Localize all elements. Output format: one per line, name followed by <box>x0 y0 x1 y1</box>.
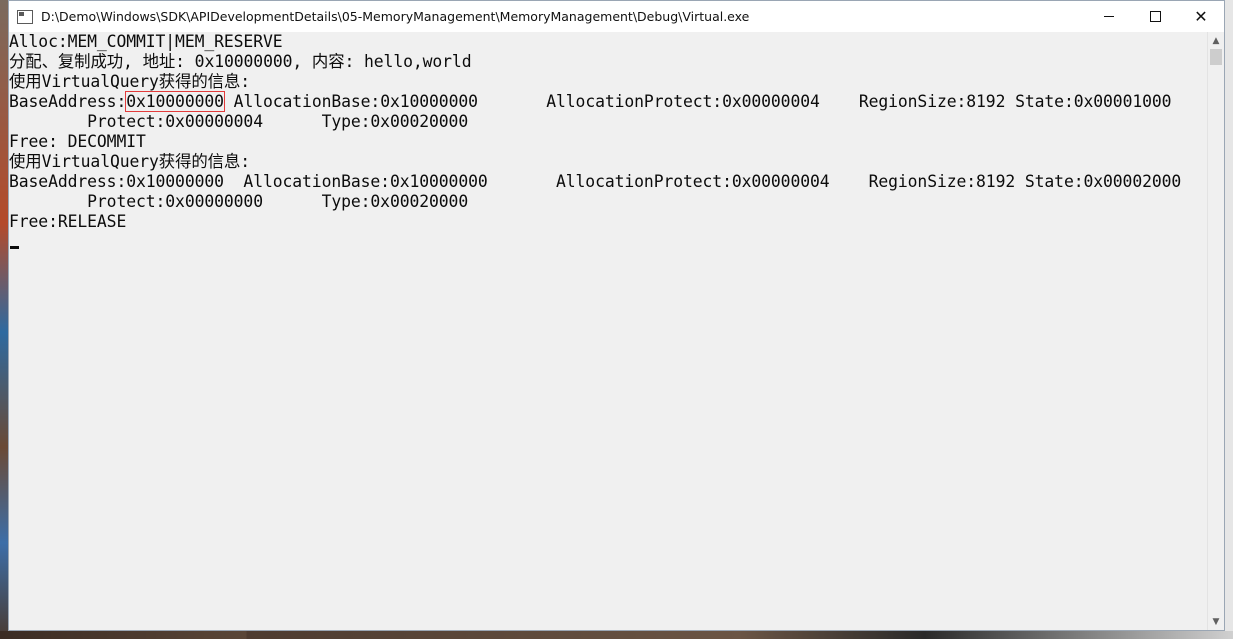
console-output[interactable]: Alloc:MEM_COMMIT|MEM_RESERVE 分配、复制成功, 地址… <box>9 32 1208 630</box>
text-cursor <box>10 246 19 249</box>
console-line: 分配、复制成功, 地址: 0x10000000, 内容: hello,world <box>9 52 472 71</box>
console-line: Protect:0x00000000 Type:0x00020000 <box>9 192 469 211</box>
window-controls: ✕ <box>1086 1 1224 32</box>
console-line: Free:RELEASE <box>9 212 127 231</box>
title-bar[interactable]: D:\Demo\Windows\SDK\APIDevelopmentDetail… <box>9 1 1224 32</box>
window-title: D:\Demo\Windows\SDK\APIDevelopmentDetail… <box>41 9 750 24</box>
highlighted-base-address: 0x10000000 <box>125 91 225 112</box>
desktop-background-right <box>1225 0 1233 639</box>
console-line: BaseAddress:0x10000000 AllocationBase:0x… <box>9 172 1182 191</box>
chevron-up-icon: ▲ <box>1212 35 1220 46</box>
scroll-up-button[interactable]: ▲ <box>1208 32 1224 49</box>
close-icon: ✕ <box>1194 7 1208 26</box>
console-line: 使用VirtualQuery获得的信息: <box>9 152 251 171</box>
minimize-icon <box>1104 16 1114 17</box>
scrollbar-thumb[interactable] <box>1210 49 1222 65</box>
console-line: Alloc:MEM_COMMIT|MEM_RESERVE <box>9 32 283 51</box>
close-button[interactable]: ✕ <box>1178 1 1224 32</box>
scroll-down-button[interactable]: ▼ <box>1208 613 1224 630</box>
maximize-button[interactable] <box>1132 1 1178 32</box>
console-line: Protect:0x00000004 Type:0x00020000 <box>9 112 469 131</box>
maximize-icon <box>1149 11 1161 22</box>
console-line: Free: DECOMMIT <box>9 132 146 151</box>
region-info: AllocationBase:0x10000000 AllocationProt… <box>223 92 1172 111</box>
chevron-down-icon: ▼ <box>1212 616 1220 627</box>
vertical-scrollbar[interactable]: ▲ ▼ <box>1207 32 1224 630</box>
minimize-button[interactable] <box>1086 1 1132 32</box>
base-address-label: BaseAddress: <box>9 92 127 111</box>
console-app-icon[interactable] <box>17 9 33 24</box>
console-line: 使用VirtualQuery获得的信息: <box>9 72 251 91</box>
console-window: D:\Demo\Windows\SDK\APIDevelopmentDetail… <box>8 0 1225 631</box>
console-line: BaseAddress:0x10000000 AllocationBase:0x… <box>9 91 1172 112</box>
desktop-background-bottom <box>0 631 1233 639</box>
